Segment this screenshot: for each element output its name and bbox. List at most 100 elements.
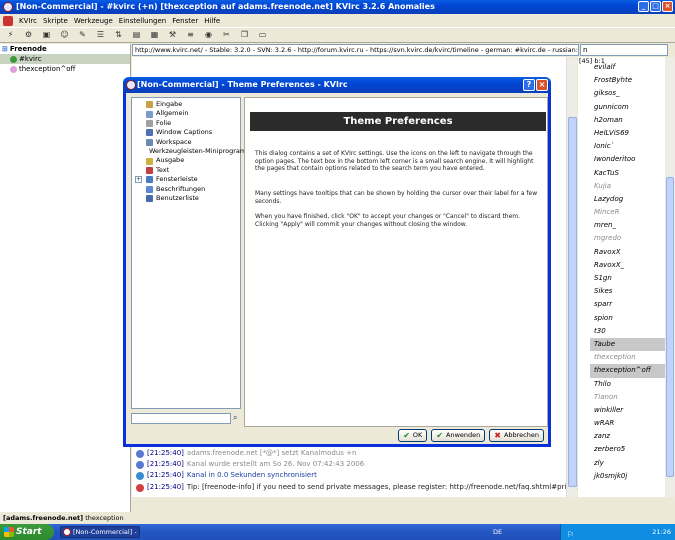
user-list-item[interactable]: gunnicom <box>590 101 665 114</box>
log-icon[interactable]: ▦ <box>148 29 161 41</box>
userlist-scrollbar[interactable] <box>665 57 675 497</box>
user-list-item[interactable]: giksos_ <box>590 87 665 100</box>
language-indicator[interactable]: DE <box>493 524 502 540</box>
user-list-item[interactable]: zly <box>590 457 665 470</box>
user-list-item[interactable]: Kujia <box>590 180 665 193</box>
dialog-close-button[interactable]: × <box>536 79 548 91</box>
options-tree-item[interactable]: Ausgabe <box>132 156 240 165</box>
expand-icon[interactable]: + <box>135 176 142 184</box>
menu-hilfe[interactable]: Hilfe <box>204 17 220 25</box>
list-icon[interactable]: ≡ <box>184 29 197 41</box>
user-list-item[interactable]: thexception^off <box>590 364 665 378</box>
search-icon[interactable]: ⌕ <box>233 413 243 424</box>
user-list-item[interactable]: RavoxX_ <box>590 259 665 272</box>
user-list-item[interactable]: Sikes <box>590 285 665 298</box>
menu-werkzeuge[interactable]: Werkzeuge <box>74 17 113 25</box>
user-list-item[interactable]: S1gn <box>590 272 665 285</box>
user-list-item[interactable]: mgredo <box>590 232 665 245</box>
user-list-item[interactable]: KacTuS <box>590 167 665 180</box>
identity-icon[interactable]: ☺ <box>58 29 71 41</box>
user-list-item[interactable]: h2oman <box>590 114 665 127</box>
user-list-item[interactable]: Ionic` <box>590 140 665 153</box>
options-tree-item[interactable]: Eingabe <box>132 100 240 109</box>
cancel-button[interactable]: ✖ Abbrechen <box>489 429 544 442</box>
user-list-item[interactable]: RavoxX <box>590 246 665 259</box>
apply-button-label: Anwenden <box>446 431 481 439</box>
menu-einstellungen[interactable]: Einstellungen <box>119 17 166 25</box>
user-list-item[interactable]: spion <box>590 312 665 325</box>
menubar: KVIrc Skripte Werkzeuge Einstellungen Fe… <box>0 14 675 27</box>
connect-icon[interactable]: ⚡ <box>4 29 17 41</box>
options-tree-item[interactable]: Beschriftungen <box>132 185 240 194</box>
network-tray-icon[interactable]: ⚐ <box>567 527 574 540</box>
user-list-item[interactable]: zerbero5 <box>590 443 665 456</box>
file-transfer-icon[interactable]: ⇅ <box>112 29 125 41</box>
settings-icon[interactable]: ☰ <box>94 29 107 41</box>
wrench-icon[interactable]: ⚒ <box>166 29 179 41</box>
user-list-item[interactable]: thexception <box>590 351 665 364</box>
maximize-button[interactable]: □ <box>650 1 661 12</box>
taskbar-item-kvirc[interactable]: [Non-Commercial] - #k... <box>60 526 140 538</box>
user-list-item[interactable]: Lazydog <box>590 193 665 206</box>
menu-fenster[interactable]: Fenster <box>172 17 198 25</box>
option-page-icon <box>146 138 153 146</box>
user-list-item[interactable]: jk0smjk0j <box>590 470 665 483</box>
user-list-item[interactable]: winkiller <box>590 404 665 417</box>
user-list[interactable]: evilalf FrostByhte giksos_ gunnicom h2oman He… <box>590 57 665 497</box>
options-tree-item[interactable]: Text <box>132 166 240 175</box>
chat-scrollbar[interactable] <box>566 57 577 497</box>
options-tree-item[interactable]: Werkzeugleisten-Miniprogramme <box>132 147 257 156</box>
tree-network[interactable]: ⊞ Freenode <box>0 44 130 54</box>
server-options-icon[interactable]: ⚙ <box>22 29 35 41</box>
user-list-item[interactable]: Thilo <box>590 378 665 391</box>
user-list-item[interactable]: FrostByhte <box>590 74 665 87</box>
timestamp: [21:25:40] <box>147 483 184 491</box>
help-ring-icon[interactable]: ◉ <box>202 29 215 41</box>
ok-button[interactable]: ✔ OK <box>398 429 428 442</box>
copy-icon[interactable]: ❐ <box>238 29 251 41</box>
user-list-item[interactable]: Taube <box>590 337 665 352</box>
options-tree-item[interactable]: Allgemein <box>132 109 240 118</box>
user-list-item[interactable]: wRAR <box>590 417 665 430</box>
kvirc-app-icon <box>3 2 13 12</box>
menu-skripte[interactable]: Skripte <box>43 17 68 25</box>
dialog-help-button[interactable]: ? <box>523 79 535 91</box>
intro-text: This dialog contains a set of KVIrc sett… <box>255 150 534 172</box>
tools-icon[interactable]: ✎ <box>76 29 89 41</box>
menu-kvirc[interactable]: KVIrc <box>19 17 37 25</box>
paste-icon[interactable]: ▭ <box>256 29 269 41</box>
notepad-icon[interactable]: ▤ <box>130 29 143 41</box>
user-list-item[interactable]: sparr <box>590 298 665 311</box>
options-tree-label: Folie <box>156 118 172 127</box>
options-tree-item[interactable]: Folie <box>132 119 240 128</box>
mode-field[interactable]: n <box>580 44 668 56</box>
window-icon[interactable]: ▣ <box>40 29 53 41</box>
user-list-item[interactable]: t30 <box>590 325 665 338</box>
options-tree-item[interactable]: Workspace <box>132 138 240 147</box>
options-search-input[interactable] <box>131 413 231 424</box>
chat-line: [21:25:40] Kanal in 0.0 Sekunden synchron… <box>136 470 317 481</box>
options-tree[interactable]: Eingabe Allgemein Folie Window Captions Work… <box>131 97 257 409</box>
topic-bar[interactable]: http://www.kvirc.net/ - Stable: 3.2.0 - … <box>132 44 579 56</box>
start-button[interactable]: Start <box>0 524 54 540</box>
user-list-item[interactable]: Iwonderitoo <box>590 153 665 166</box>
user-list-item[interactable]: HelLViS69 <box>590 127 665 140</box>
options-tree-item[interactable]: Window Captions <box>132 128 240 137</box>
user-list-item[interactable]: mren_ <box>590 219 665 232</box>
user-list-item[interactable]: MinceR <box>590 206 665 219</box>
user-list-item[interactable]: Tianon <box>590 391 665 404</box>
tree-query[interactable]: thexception^off <box>0 64 130 74</box>
cut-icon[interactable]: ✂ <box>220 29 233 41</box>
user-list-item[interactable]: zanz <box>590 430 665 443</box>
options-tree-item[interactable]: + Fensterleiste <box>132 175 240 184</box>
option-page-icon <box>146 166 153 174</box>
taskbar: Start [Non-Commercial] - #k... DE ⚐ 21:2… <box>0 524 675 540</box>
minimize-button[interactable]: _ <box>638 1 649 12</box>
apply-button[interactable]: ✔ Anwenden <box>431 429 486 442</box>
tree-channel[interactable]: #kvirc <box>0 54 130 64</box>
options-tree-item[interactable]: Benutzerliste <box>132 194 240 203</box>
status-input-bar[interactable]: [adams.freenode.net] thexception <box>0 512 675 524</box>
close-button[interactable]: × <box>662 1 673 12</box>
options-tree-label: Fensterleiste <box>156 175 198 184</box>
network-icon: ⊞ <box>2 45 8 53</box>
